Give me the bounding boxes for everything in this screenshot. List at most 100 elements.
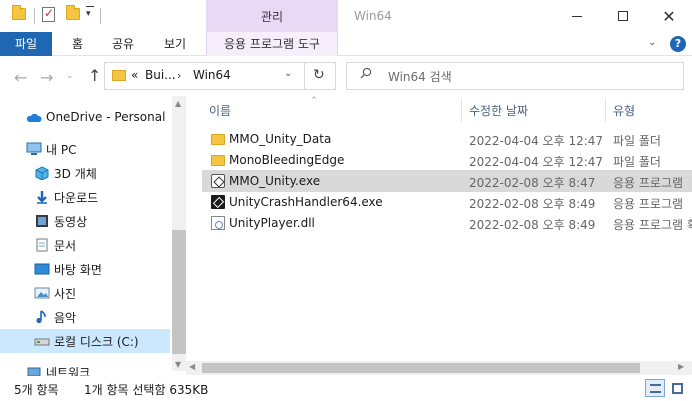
large-icons-view-icon — [672, 383, 683, 394]
file-row[interactable]: MMO_Unity_Data 2022-04-04 오후 12:47 파일 폴더 — [202, 128, 692, 150]
minimize-icon — [572, 15, 582, 17]
column-header-type[interactable]: 유형 — [613, 102, 635, 119]
file-date: 2022-02-08 오후 8:49 — [469, 197, 596, 211]
folder-icon — [211, 155, 225, 166]
sidebar-item-label: OneDrive - Personal — [46, 110, 166, 124]
file-date: 2022-02-08 오후 8:47 — [469, 176, 596, 190]
tab-share[interactable]: 공유 — [112, 32, 134, 56]
sort-ascending-icon: ^ — [311, 96, 317, 104]
file-row[interactable]: MMO_Unity.exe 2022-02-08 오후 8:47 응용 프로그램 — [202, 170, 692, 192]
close-button[interactable]: ✕ — [646, 0, 692, 32]
column-divider[interactable] — [461, 98, 462, 122]
tab-home[interactable]: 홈 — [72, 32, 83, 56]
sidebar-item-local-disk[interactable]: 로컬 디스크 (C:) — [0, 329, 170, 353]
sidebar-item-label: 사진 — [54, 287, 77, 301]
breadcrumb-win64[interactable]: Win64 — [193, 68, 231, 82]
search-input[interactable]: Win64 검색 — [388, 68, 452, 85]
address-dropdown-icon[interactable]: ⌄ — [284, 68, 292, 79]
tab-view[interactable]: 보기 — [164, 32, 186, 56]
sidebar-item-desktop[interactable]: 바탕 화면 — [0, 257, 170, 281]
search-icon — [360, 67, 372, 79]
tab-manage[interactable]: 관리 — [206, 0, 338, 32]
forward-icon[interactable]: → — [40, 68, 53, 87]
sidebar-item-label: 동영상 — [54, 215, 88, 229]
sidebar-item-pictures[interactable]: 사진 — [0, 281, 170, 305]
breadcrumb-build[interactable]: Bui... — [145, 68, 176, 82]
item-count: 5개 항목 — [14, 383, 59, 397]
file-name: UnityCrashHandler64.exe — [229, 195, 383, 209]
sidebar-item-label: 바탕 화면 — [54, 263, 102, 277]
file-row[interactable]: UnityCrashHandler64.exe 2022-02-08 오후 8:… — [202, 191, 692, 213]
tab-application-tools[interactable]: 응용 프로그램 도구 — [206, 32, 338, 56]
sidebar-item-onedrive[interactable]: OneDrive - Personal — [0, 106, 170, 130]
horizontal-scrollbar-thumb[interactable] — [202, 363, 640, 373]
folder-icon[interactable] — [12, 5, 26, 20]
sidebar-item-label: 다운로드 — [54, 191, 99, 205]
dll-icon — [211, 216, 225, 230]
file-row[interactable]: UnityPlayer.dll 2022-02-08 오후 8:49 응용 프로… — [202, 212, 692, 234]
file-name: MonoBleedingEdge — [229, 153, 345, 167]
file-date: 2022-02-08 오후 8:49 — [469, 218, 596, 232]
back-icon[interactable]: ← — [14, 68, 27, 87]
picture-icon — [34, 287, 50, 299]
help-icon[interactable]: ? — [670, 36, 686, 52]
new-folder-icon[interactable] — [66, 5, 80, 20]
folder-icon — [112, 70, 126, 81]
video-icon — [36, 215, 48, 227]
column-header-date[interactable]: 수정한 날짜 — [469, 102, 528, 119]
file-name: UnityPlayer.dll — [229, 216, 315, 230]
quick-access-dropdown-icon[interactable]: ▾ — [86, 6, 94, 19]
scroll-left-icon[interactable]: ◀ — [189, 362, 195, 371]
large-icons-view-button[interactable] — [667, 379, 687, 397]
properties-icon[interactable]: ✓ — [42, 6, 55, 22]
file-type: 응용 프로그램 — [613, 197, 684, 211]
scroll-right-icon[interactable]: ▶ — [678, 362, 684, 371]
details-view-button[interactable] — [645, 379, 665, 397]
file-name: MMO_Unity_Data — [229, 132, 332, 146]
minimize-button[interactable] — [554, 0, 600, 32]
file-row[interactable]: MonoBleedingEdge 2022-04-04 오후 12:47 파일 … — [202, 149, 692, 171]
sidebar-item-downloads[interactable]: 다운로드 — [0, 185, 170, 209]
sidebar-item-music[interactable]: 음악 — [0, 305, 170, 329]
selection-info: 1개 항목 선택함 635KB — [84, 383, 209, 397]
recent-locations-icon[interactable]: ⌄ — [66, 71, 74, 81]
sidebar-item-videos[interactable]: 동영상 — [0, 209, 170, 233]
tab-file[interactable]: 파일 — [0, 32, 52, 56]
sidebar-item-label: 문서 — [54, 239, 77, 253]
document-icon — [36, 238, 48, 252]
pc-icon — [26, 142, 42, 155]
sidebar-item-network[interactable]: 네트워크 — [0, 360, 170, 376]
breadcrumb-separator-icon[interactable]: › — [177, 69, 181, 82]
separator — [304, 63, 305, 89]
toolbar-separator — [34, 8, 35, 24]
column-header-name[interactable]: 이름 — [209, 102, 231, 119]
sidebar-item-label: 음악 — [54, 311, 77, 325]
maximize-icon — [618, 11, 628, 21]
file-type: 파일 폴더 — [613, 155, 661, 169]
sidebar-item-this-pc[interactable]: 내 PC — [0, 137, 170, 161]
music-icon — [36, 310, 46, 324]
scroll-up-icon[interactable]: ▲ — [175, 99, 181, 108]
drive-icon — [34, 338, 50, 346]
close-icon: ✕ — [662, 6, 676, 26]
network-icon — [27, 367, 41, 376]
sidebar-item-label: 네트워크 — [46, 366, 91, 376]
expand-ribbon-icon[interactable]: ⌄ — [648, 37, 656, 48]
sidebar-scrollbar-thumb[interactable] — [172, 230, 186, 354]
file-type: 응용 프로그램 확장 — [613, 218, 692, 232]
maximize-button[interactable] — [600, 0, 646, 32]
download-icon — [37, 191, 47, 204]
sidebar-item-3d-objects[interactable]: 3D 개체 — [0, 161, 170, 185]
file-date: 2022-04-04 오후 12:47 — [469, 155, 604, 169]
up-icon[interactable]: ↑ — [88, 66, 101, 85]
scroll-down-icon[interactable]: ▼ — [175, 360, 181, 369]
unity-app-icon — [211, 174, 225, 188]
column-divider[interactable] — [605, 98, 606, 122]
sidebar-item-label: 3D 개체 — [54, 167, 97, 181]
refresh-icon[interactable]: ↻ — [313, 67, 325, 83]
file-type: 파일 폴더 — [613, 134, 661, 148]
folder-icon — [211, 134, 225, 145]
sidebar-item-documents[interactable]: 문서 — [0, 233, 170, 257]
3d-objects-icon — [35, 166, 49, 180]
address-overflow[interactable]: « — [131, 68, 138, 82]
